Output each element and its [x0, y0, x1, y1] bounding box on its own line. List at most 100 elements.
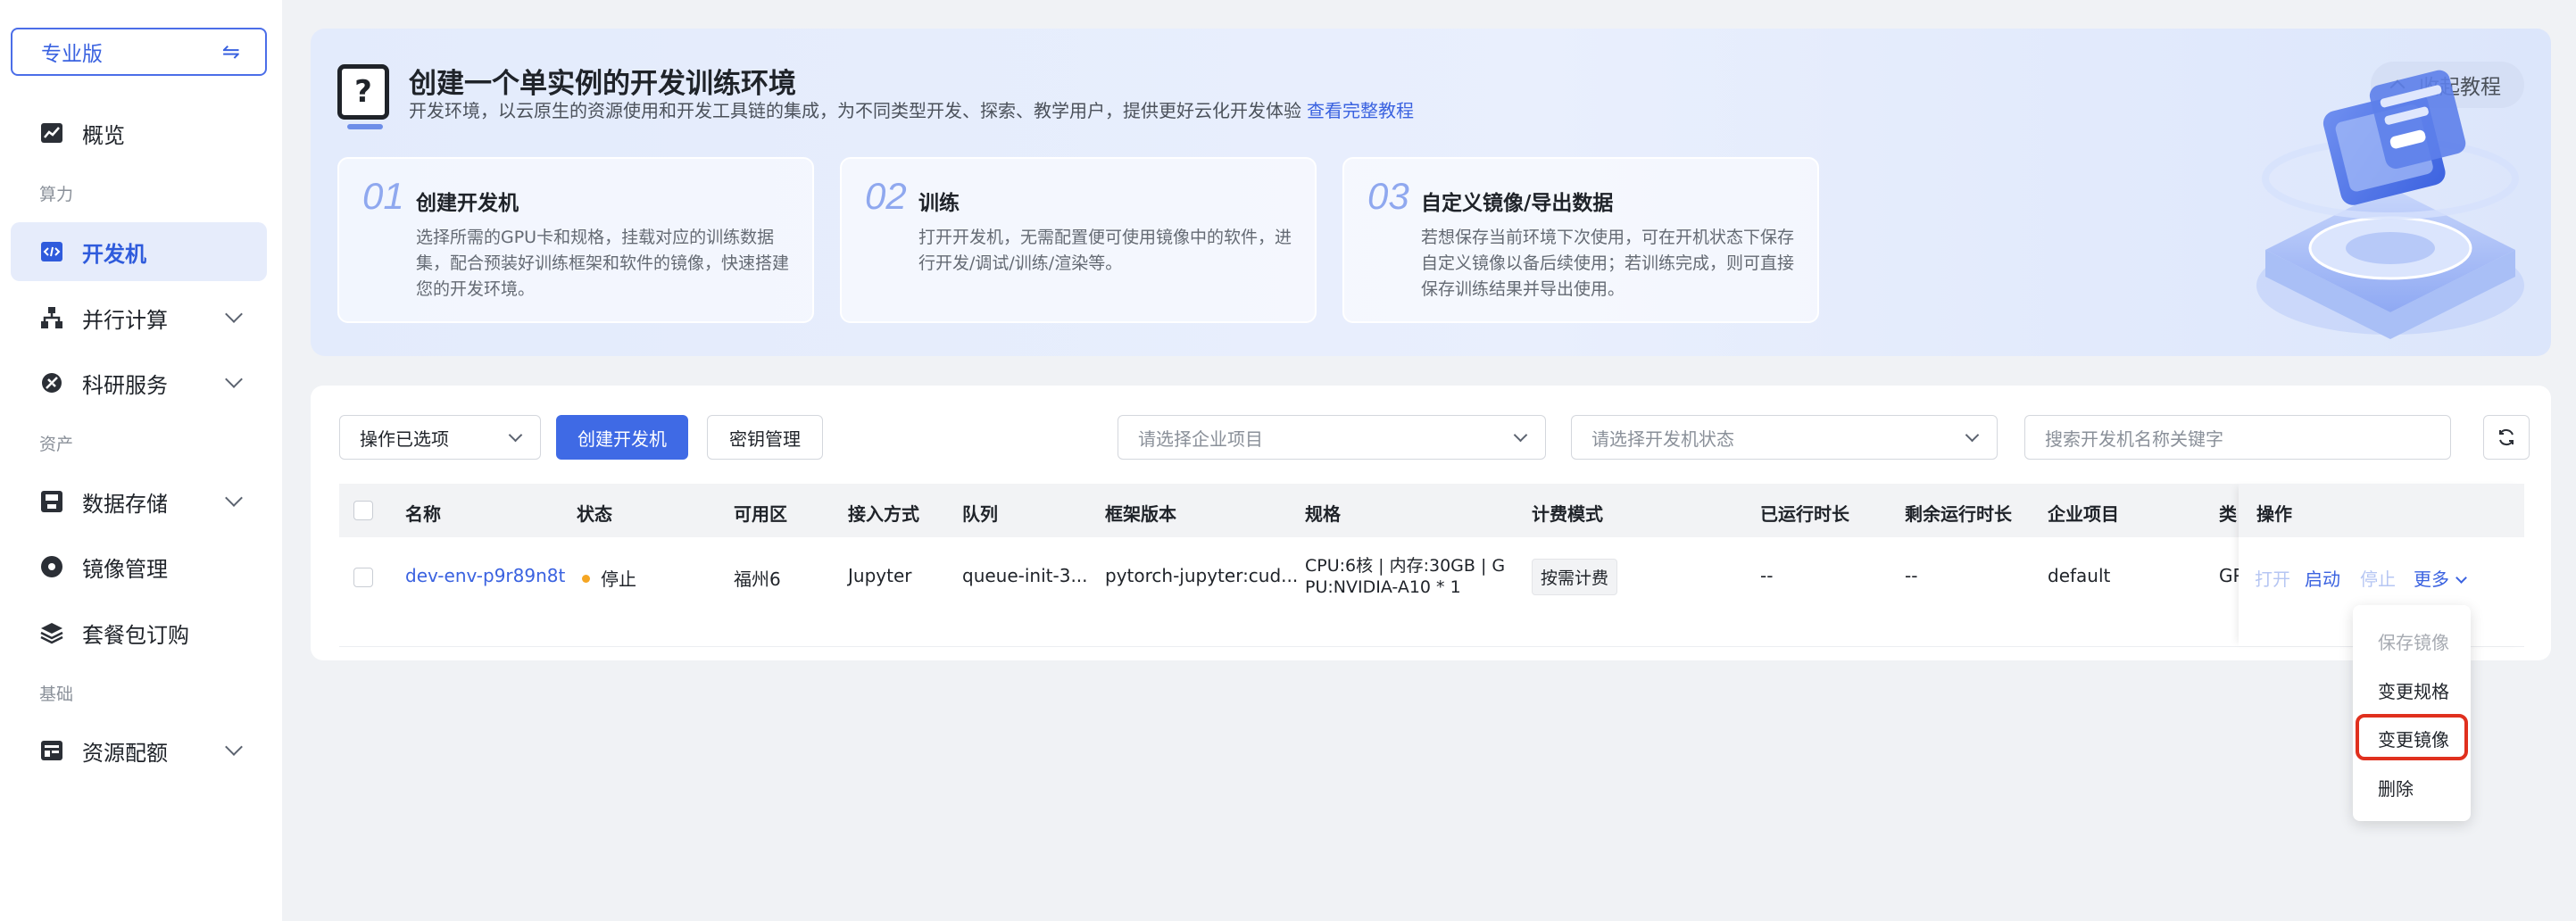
sidebar-item-storage[interactable]: 数据存储	[11, 472, 267, 531]
sidebar-item-label: 概览	[82, 122, 125, 148]
remaining-time-cell: --	[1905, 565, 1918, 586]
spec-line: CPU:6核 | 内存:30GB | G	[1305, 556, 1506, 576]
column-header: 接入方式	[848, 503, 919, 525]
research-icon	[39, 370, 64, 395]
zone-cell: 福州6	[734, 568, 781, 590]
column-header: 计费模式	[1532, 503, 1603, 525]
nav-group-basic: 基础	[39, 685, 74, 704]
refresh-icon	[2499, 428, 2514, 446]
column-header: 名称	[405, 503, 441, 525]
stop-action[interactable]: 停止	[2360, 565, 2396, 591]
quota-icon	[39, 738, 64, 763]
start-action[interactable]: 启动	[2305, 565, 2340, 591]
edition-switcher[interactable]: 专业版 ⇋	[11, 28, 267, 76]
more-actions[interactable]: 更多	[2414, 565, 2467, 591]
spec-line: PU:NVIDIA-A10 * 1	[1305, 577, 1461, 597]
sidebar-item-label: 开发机	[82, 241, 146, 267]
step-card: 01 创建开发机 选择所需的GPU卡和规格，挂载对应的训练数据集，配合预装好训练…	[337, 157, 814, 323]
search-input[interactable]: 搜索开发机名称关键字	[2024, 415, 2451, 460]
chevron-down-icon	[225, 489, 243, 507]
step-number: 03	[1367, 175, 1409, 217]
chevron-down-icon	[225, 305, 243, 323]
sidebar-item-overview[interactable]: 概览	[11, 104, 267, 162]
more-actions-menu: 保存镜像 变更规格 变更镜像 删除	[2353, 605, 2471, 821]
banner-title: 创建一个单实例的开发训练环境	[409, 68, 796, 100]
step-description: 打开开发机，无需配置便可使用镜像中的软件，进行开发/调试/训练/渲染等。	[918, 228, 1292, 273]
key-management-button[interactable]: 密钥管理	[707, 415, 823, 460]
question-icon: ?	[337, 64, 389, 129]
step-title: 训练	[918, 192, 960, 215]
framework-cell: pytorch-jupyter:cud...	[1105, 565, 1299, 586]
status-dot	[582, 575, 590, 583]
sidebar-item-label: 套餐包订购	[82, 622, 189, 648]
batch-action-select[interactable]: 操作已选项	[339, 415, 541, 460]
select-all-checkbox[interactable]	[353, 501, 373, 520]
devmachine-name-link[interactable]: dev-env-p9r89n8t	[405, 565, 565, 586]
column-header: 企业项目	[2048, 503, 2119, 525]
disc-icon	[39, 554, 64, 579]
step-description: 若想保存当前环境下次使用，可在开机状态下保存自定义镜像以备后续使用；若训练完成，…	[1421, 228, 1795, 299]
banner-subtitle: 开发环境，以云原生的资源使用和开发工具链的集成，为不同类型开发、探索、教学用户，…	[409, 96, 1414, 122]
sidebar-item-quota[interactable]: 资源配额	[11, 721, 267, 780]
chevron-down-icon	[508, 427, 523, 443]
column-header: 队列	[962, 503, 998, 525]
column-header: 框架版本	[1105, 503, 1176, 525]
sidebar-item-devmachine[interactable]: 开发机	[11, 222, 267, 281]
menu-item-save-image[interactable]: 保存镜像	[2378, 628, 2449, 654]
menu-item-change-spec[interactable]: 变更规格	[2378, 677, 2449, 703]
project-cell: default	[2048, 565, 2111, 586]
row-checkbox[interactable]	[353, 568, 373, 587]
runtime-cell: --	[1760, 565, 1774, 586]
switch-icon: ⇋	[221, 39, 240, 64]
status-placeholder: 请选择开发机状态	[1591, 427, 1734, 450]
step-number: 01	[362, 175, 404, 217]
access-cell: Jupyter	[848, 565, 912, 586]
sidebar-item-label: 科研服务	[82, 372, 168, 398]
step-card: 02 训练 打开开发机，无需配置便可使用镜像中的软件，进行开发/调试/训练/渲染…	[840, 157, 1317, 323]
chevron-down-icon	[225, 370, 243, 388]
refresh-button[interactable]	[2483, 415, 2530, 460]
hero-illustration	[2256, 70, 2524, 339]
create-devmachine-button[interactable]: 创建开发机	[556, 415, 688, 460]
devmachine-list-card: 操作已选项 创建开发机 密钥管理 请选择企业项目 请选择开发机状态 搜索开发机名…	[311, 386, 2551, 660]
storage-icon	[39, 489, 64, 514]
layers-icon	[39, 620, 64, 645]
sidebar: 专业版 ⇋ 概览 算力 开发机 并行计算 科研服务 资产 数据存储 镜像管理 套…	[0, 0, 282, 921]
open-action[interactable]: 打开	[2255, 565, 2290, 591]
step-description: 选择所需的GPU卡和规格，挂载对应的训练数据集，配合预装好训练框架和软件的镜像，…	[416, 228, 790, 299]
tutorial-link[interactable]: 查看完整教程	[1307, 100, 1414, 121]
menu-item-delete[interactable]: 删除	[2378, 775, 2414, 801]
step-card: 03 自定义镜像/导出数据 若想保存当前环境下次使用，可在开机状态下保存自定义镜…	[1342, 157, 1819, 323]
nav-group-compute: 算力	[39, 185, 74, 204]
column-header: 已运行时长	[1760, 503, 1849, 525]
sidebar-item-packages[interactable]: 套餐包订购	[11, 603, 267, 662]
chevron-down-icon	[2456, 572, 2467, 584]
sidebar-item-research[interactable]: 科研服务	[11, 353, 267, 412]
code-icon	[39, 239, 64, 264]
column-header: 可用区	[734, 503, 787, 525]
column-header: 剩余运行时长	[1905, 503, 2012, 525]
chevron-down-icon	[1965, 427, 1980, 443]
status-select[interactable]: 请选择开发机状态	[1571, 415, 1998, 460]
sidebar-item-images[interactable]: 镜像管理	[11, 537, 267, 596]
column-header: 操作	[2239, 484, 2524, 537]
sidebar-item-label: 镜像管理	[82, 556, 168, 582]
step-title: 创建开发机	[416, 192, 519, 215]
batch-action-label: 操作已选项	[360, 427, 449, 450]
tutorial-banner: ? 创建一个单实例的开发训练环境 开发环境，以云原生的资源使用和开发工具链的集成…	[311, 29, 2551, 356]
step-title: 自定义镜像/导出数据	[1421, 192, 1614, 215]
project-placeholder: 请选择企业项目	[1138, 427, 1263, 450]
more-label: 更多	[2414, 568, 2449, 590]
billing-tag: 按需计费	[1532, 559, 1618, 595]
search-placeholder: 搜索开发机名称关键字	[2045, 427, 2223, 450]
sidebar-item-label: 数据存储	[82, 491, 168, 517]
type-cell: GPU	[2219, 565, 2239, 586]
status-cell: 停止	[582, 565, 636, 591]
edition-label: 专业版	[41, 43, 103, 66]
banner-subtitle-text: 开发环境，以云原生的资源使用和开发工具链的集成，为不同类型开发、探索、教学用户，…	[409, 100, 1301, 121]
menu-item-change-image[interactable]: 变更镜像	[2378, 726, 2449, 751]
sidebar-item-parallel[interactable]: 并行计算	[11, 288, 267, 347]
project-select[interactable]: 请选择企业项目	[1118, 415, 1546, 460]
hierarchy-icon	[39, 305, 64, 330]
step-number: 02	[865, 175, 907, 217]
